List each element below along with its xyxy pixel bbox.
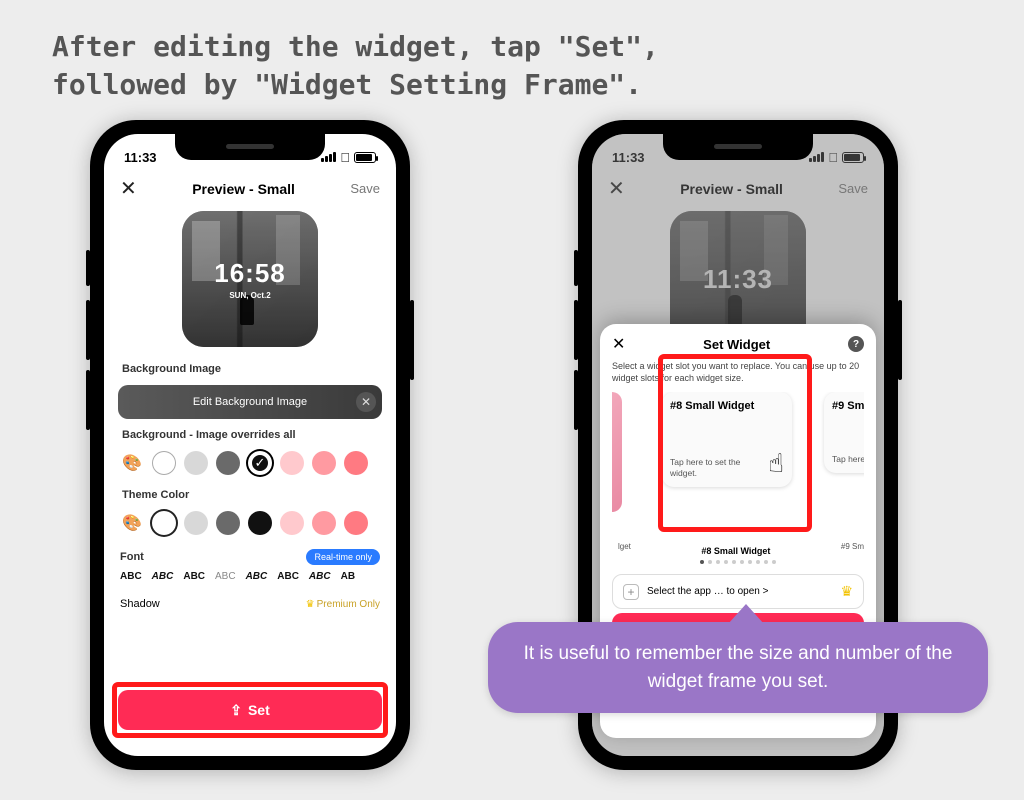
nav-title: Preview - Small [192, 181, 295, 197]
instruction-headline: After editing the widget, tap "Set", fol… [52, 28, 659, 104]
palette-icon[interactable]: 🎨 [120, 451, 144, 475]
swatch-pink3[interactable] [344, 451, 368, 475]
theme-color-row: 🎨 [104, 505, 396, 541]
swatch-darkgrey[interactable] [216, 451, 240, 475]
swatch-white[interactable] [152, 451, 176, 475]
crown-icon: ♛ [306, 599, 315, 610]
battery-icon [354, 152, 376, 163]
swatch-pink2[interactable] [312, 511, 336, 535]
widget-slot-8[interactable]: #8 Small Widget Tap here to set the widg… [662, 392, 792, 487]
swatch-grey[interactable] [184, 451, 208, 475]
swatch-grey[interactable] [184, 511, 208, 535]
swatch-black-selected[interactable] [248, 451, 272, 475]
swatch-pink2[interactable] [312, 451, 336, 475]
tip-callout: It is useful to remember the size and nu… [488, 622, 988, 713]
bg-color-row: 🎨 [104, 445, 396, 481]
phone-mockup-left: 11:33 􀙇 ✕ Preview - Small Save 16:58 SUN… [90, 120, 410, 770]
swatch-darkgrey[interactable] [216, 511, 240, 535]
status-time: 11:33 [124, 150, 157, 165]
help-icon[interactable]: ? [848, 336, 864, 352]
clear-bg-icon[interactable]: ✕ [356, 392, 376, 412]
label-theme-color: Theme Color [104, 485, 396, 505]
sheet-description: Select a widget slot you want to replace… [612, 360, 864, 384]
swatch-pink3[interactable] [344, 511, 368, 535]
set-button[interactable]: ⇪ Set [118, 690, 382, 730]
export-icon: ⇪ [230, 702, 242, 719]
label-bg-overrides: Background - Image overrides all [104, 425, 396, 445]
widget-preview: 16:58 SUN, Oct.2 [182, 211, 318, 347]
carousel-dots [612, 560, 864, 564]
nav-bar: ✕ Preview - Small Save [104, 170, 396, 211]
sheet-close-icon[interactable]: ✕ [612, 334, 625, 354]
swatch-pink1[interactable] [280, 511, 304, 535]
widget-slot-9[interactable]: #9 Sm Tap here to set the widget. [824, 392, 864, 473]
sheet-title: Set Widget [703, 337, 770, 352]
swatch-white-selected[interactable] [152, 511, 176, 535]
label-font: Font [120, 551, 144, 563]
plus-icon: + [623, 584, 639, 600]
edit-bg-image-button[interactable]: Edit Background Image ✕ [118, 385, 382, 419]
slot-8-caption: #8 Small Widget [691, 546, 781, 556]
label-shadow: Shadow [120, 598, 160, 610]
widget-slot-carousel[interactable]: #8 Small Widget Tap here to set the widg… [612, 392, 864, 542]
widget-time: 16:58 [214, 258, 286, 289]
realtime-badge: Real-time only [306, 549, 380, 565]
crown-icon: ♛ [840, 583, 853, 600]
font-samples[interactable]: ABCABCABCABCABCABCABCAB [104, 569, 396, 592]
close-icon[interactable]: ✕ [120, 176, 137, 201]
tap-hand-icon: ☝︎ [768, 448, 784, 479]
swatch-pink1[interactable] [280, 451, 304, 475]
palette-icon[interactable]: 🎨 [120, 511, 144, 535]
swatch-black[interactable] [248, 511, 272, 535]
save-button[interactable]: Save [350, 181, 380, 196]
wifi-icon: 􀙇 [340, 150, 350, 165]
label-bg-image: Background Image [104, 359, 396, 379]
widget-date: SUN, Oct.2 [229, 291, 270, 300]
signal-icon [321, 152, 336, 162]
premium-badge: ♛Premium Only [306, 599, 380, 610]
